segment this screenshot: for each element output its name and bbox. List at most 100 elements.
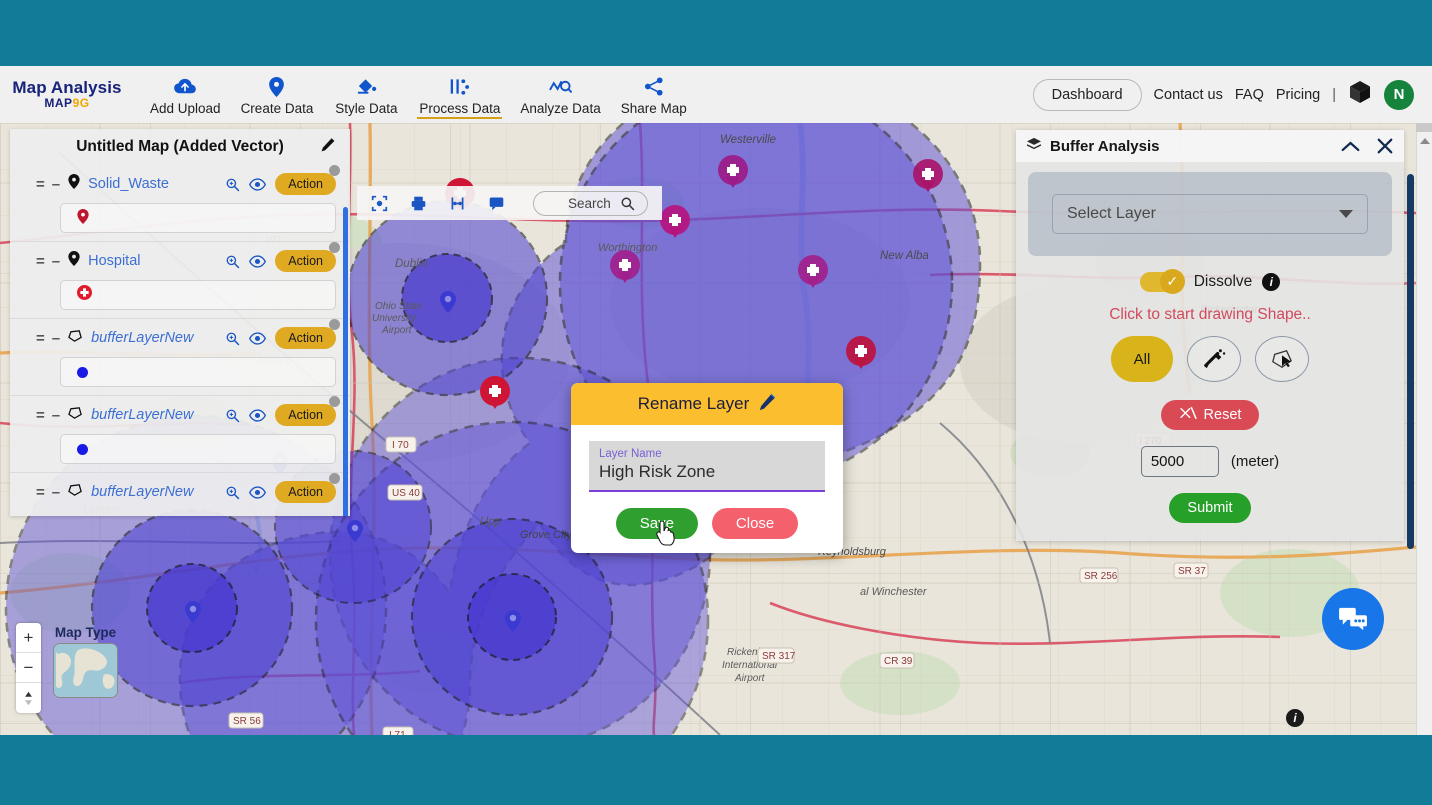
layer-name[interactable]: Hospital (88, 253, 140, 269)
zoom-to-layer-icon[interactable] (225, 485, 240, 500)
map-title: Untitled Map (Added Vector) (76, 138, 284, 155)
polygon-icon (68, 329, 83, 348)
chat-bubbles-icon[interactable] (1322, 588, 1384, 650)
close-button[interactable]: Close (711, 508, 799, 539)
drag-handle-icon[interactable]: = (36, 253, 45, 270)
dissolve-toggle[interactable]: ✓ (1139, 269, 1185, 294)
layer-action-button[interactable]: Action (275, 481, 336, 503)
layer-action-button[interactable]: Action (275, 404, 336, 426)
nav-item-process-data[interactable]: Process Data (409, 74, 510, 119)
nav-item-style-data[interactable]: Style Data (323, 74, 409, 116)
svg-text:Airport: Airport (381, 325, 413, 336)
drag-handle-icon[interactable]: = (36, 330, 45, 347)
brand-logo[interactable]: Map Analysis MAP9G (0, 79, 130, 109)
close-icon[interactable] (1376, 137, 1394, 155)
layer-action-button[interactable]: Action (275, 327, 336, 349)
layer-name[interactable]: bufferLayerNew (91, 407, 193, 423)
visibility-eye-icon[interactable] (249, 485, 267, 499)
scroll-up-arrow-icon[interactable] (1420, 138, 1430, 144)
measure-icon[interactable] (449, 195, 466, 212)
print-icon[interactable] (410, 195, 427, 212)
reset-label: Reset (1203, 407, 1242, 423)
map-info-icon[interactable]: i (1286, 709, 1304, 727)
cube-icon[interactable] (1348, 80, 1372, 109)
collapse-icon[interactable]: – (52, 407, 60, 424)
avatar[interactable]: N (1384, 79, 1414, 110)
layer-style-swatch[interactable] (60, 357, 336, 387)
dissolve-toggle-knob: ✓ (1159, 269, 1185, 294)
fit-bounds-icon[interactable] (371, 195, 388, 212)
layer-style-swatch[interactable] (60, 280, 336, 310)
dashboard-button[interactable]: Dashboard (1032, 78, 1142, 111)
drag-handle-icon[interactable]: = (36, 484, 45, 501)
layer-name[interactable]: bufferLayerNew (91, 484, 193, 500)
collapse-icon[interactable]: – (52, 484, 60, 501)
submit-button[interactable]: Submit (1169, 493, 1251, 523)
draw-shape-hint: Click to start drawing Shape.. (1109, 306, 1311, 323)
layer-action-button[interactable]: Action (275, 250, 336, 272)
select-layer-dropdown[interactable]: Select Layer (1052, 194, 1368, 234)
search-icon (621, 197, 635, 210)
zoom-in-button[interactable]: + (16, 623, 41, 653)
drag-handle-icon[interactable]: = (36, 407, 45, 424)
search-input[interactable]: Search (533, 190, 648, 216)
zoom-to-layer-icon[interactable] (225, 408, 240, 423)
svg-text:Grove City: Grove City (520, 529, 573, 541)
contact-us-link[interactable]: Contact us (1154, 87, 1223, 103)
nav-items: Add Upload Create Data Style Data Proces… (140, 74, 697, 119)
layer-name-field[interactable]: Layer Name High Risk Zone (589, 441, 825, 492)
dot-swatch-icon (77, 443, 88, 455)
layer-action-button[interactable]: Action (275, 173, 336, 195)
window-scrollbar[interactable] (1416, 132, 1432, 735)
buffer-distance-input[interactable] (1140, 446, 1219, 477)
dot-swatch-icon (77, 366, 88, 378)
info-icon[interactable]: i (1262, 273, 1281, 291)
freehand-draw-icon[interactable] (1187, 336, 1241, 382)
nav-item-add-upload[interactable]: Add Upload (140, 74, 231, 116)
zoom-to-layer-icon[interactable] (225, 331, 240, 346)
buffer-panel-header: Buffer Analysis (1016, 130, 1404, 162)
collapse-icon[interactable]: – (52, 330, 60, 347)
map-pin-icon (68, 251, 80, 271)
faq-link[interactable]: FAQ (1235, 87, 1264, 103)
nav-separator: | (1332, 86, 1336, 103)
nav-item-create-data[interactable]: Create Data (231, 74, 324, 116)
map-type-label: Map Type (54, 625, 117, 640)
collapse-icon[interactable]: – (52, 253, 60, 270)
comment-icon[interactable] (488, 195, 505, 212)
chevron-up-icon[interactable] (1341, 140, 1360, 153)
zoom-out-button[interactable]: − (16, 653, 41, 683)
nav-item-share-map[interactable]: Share Map (611, 74, 697, 116)
layer-name-value[interactable]: High Risk Zone (599, 462, 815, 482)
visibility-eye-icon[interactable] (249, 331, 267, 345)
share-icon (644, 76, 664, 98)
compass-icon[interactable] (16, 683, 41, 713)
cloud-upload-icon (173, 76, 197, 98)
pricing-link[interactable]: Pricing (1276, 87, 1320, 103)
analyze-chart-icon (549, 76, 573, 98)
map-type-thumbnail[interactable] (53, 643, 118, 698)
layer-status-dot (329, 396, 340, 407)
drag-handle-icon[interactable]: = (36, 176, 45, 193)
pencil-icon[interactable] (320, 137, 336, 158)
polygon-select-icon[interactable] (1255, 336, 1309, 382)
reset-button[interactable]: Reset (1161, 400, 1259, 430)
layer-style-swatch[interactable] (60, 434, 336, 464)
visibility-eye-icon[interactable] (249, 177, 267, 191)
nav-label: Style Data (335, 100, 398, 116)
visibility-eye-icon[interactable] (249, 408, 267, 422)
visibility-eye-icon[interactable] (249, 254, 267, 268)
layer-name[interactable]: Solid_Waste (88, 176, 169, 192)
collapse-icon[interactable]: – (52, 176, 60, 193)
buffer-panel-scrollbar[interactable] (1407, 174, 1414, 549)
zoom-to-layer-icon[interactable] (225, 177, 240, 192)
nav-item-analyze-data[interactable]: Analyze Data (510, 74, 610, 116)
modal-header: Rename Layer (571, 383, 843, 425)
shape-all-button[interactable]: All (1111, 336, 1173, 382)
save-button[interactable]: Save (615, 508, 698, 539)
layer-style-swatch[interactable] (60, 203, 336, 233)
layer-name[interactable]: bufferLayerNew (91, 330, 193, 346)
map-pin-icon (68, 174, 80, 194)
zoom-to-layer-icon[interactable] (225, 254, 240, 269)
layer-panel-scrollbar[interactable] (343, 207, 348, 516)
